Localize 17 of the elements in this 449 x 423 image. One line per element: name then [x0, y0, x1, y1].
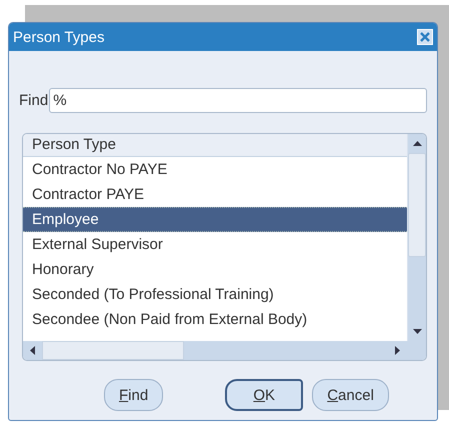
find-label: Find: [19, 92, 48, 109]
vertical-scrollbar[interactable]: [407, 134, 426, 341]
list-row[interactable]: Secondee (Non Paid from External Body): [23, 307, 407, 332]
list-row[interactable]: Honorary: [23, 257, 407, 282]
list-row[interactable]: Employee: [23, 207, 407, 232]
list-row[interactable]: Contractor No PAYE: [23, 157, 407, 182]
dialog-button[interactable]: Find: [104, 379, 164, 411]
close-icon[interactable]: [417, 29, 433, 45]
dialog-button[interactable]: Cancel: [312, 379, 389, 411]
window-title: Person Types: [13, 28, 104, 46]
list-row[interactable]: Seconded (To Professional Training): [23, 282, 407, 307]
horizontal-scrollbar[interactable]: [23, 341, 407, 360]
list-row[interactable]: Contractor PAYE: [23, 182, 407, 207]
dialog-button[interactable]: OK: [225, 379, 304, 411]
find-field[interactable]: %: [49, 88, 427, 113]
list-row[interactable]: External Supervisor: [23, 232, 407, 257]
column-header[interactable]: Person Type: [23, 134, 407, 157]
